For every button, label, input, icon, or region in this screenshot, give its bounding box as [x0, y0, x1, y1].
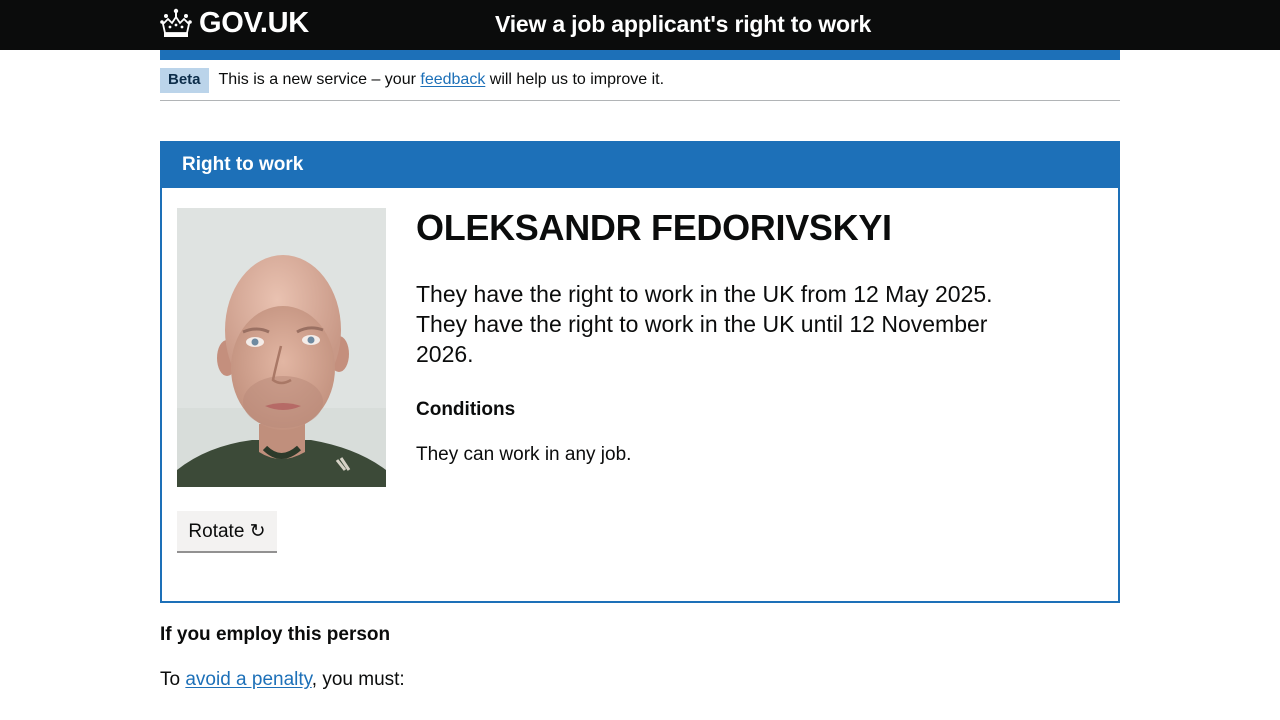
applicant-photo: [177, 208, 386, 487]
rotate-button[interactable]: Rotate ↻: [177, 511, 277, 551]
employ-text-before: To: [160, 669, 186, 690]
right-to-work-panel: Right to work Rotate ↻ OLEKSANDR FEDORIV…: [160, 141, 1120, 603]
beta-tag: Beta: [160, 68, 209, 93]
phase-text-before: This is a new service – your: [218, 71, 421, 88]
crown-icon: [160, 8, 192, 37]
site-header: GOV.UK View a job applicant's right to w…: [0, 0, 1280, 50]
employ-text: To avoid a penalty, you must:: [160, 669, 405, 691]
conditions-heading: Conditions: [416, 399, 516, 420]
govuk-logo-link[interactable]: GOV.UK: [160, 6, 309, 40]
right-to-work-until: They have the right to work in the UK un…: [416, 311, 988, 367]
feedback-link[interactable]: feedback: [420, 71, 485, 88]
avoid-penalty-link[interactable]: avoid a penalty: [185, 669, 311, 690]
phase-banner-text: This is a new service – your feedback wi…: [219, 68, 665, 92]
panel-title: Right to work: [182, 154, 304, 175]
service-name[interactable]: View a job applicant's right to work: [495, 11, 871, 38]
right-to-work-text: They have the right to work in the UK fr…: [416, 279, 1026, 369]
header-blue-strip: [160, 50, 1120, 60]
panel-header: Right to work: [162, 143, 1118, 188]
phase-banner: Beta This is a new service – your feedba…: [160, 68, 1120, 101]
employ-text-after: , you must:: [311, 669, 405, 690]
right-to-work-from: They have the right to work in the UK fr…: [416, 281, 993, 307]
phase-text-after: will help us to improve it.: [485, 71, 665, 88]
conditions-text: They can work in any job.: [416, 444, 632, 465]
person-name: OLEKSANDR FEDORIVSKYI: [416, 207, 892, 248]
logo-text: GOV.UK: [199, 6, 309, 39]
employ-heading: If you employ this person: [160, 624, 391, 645]
